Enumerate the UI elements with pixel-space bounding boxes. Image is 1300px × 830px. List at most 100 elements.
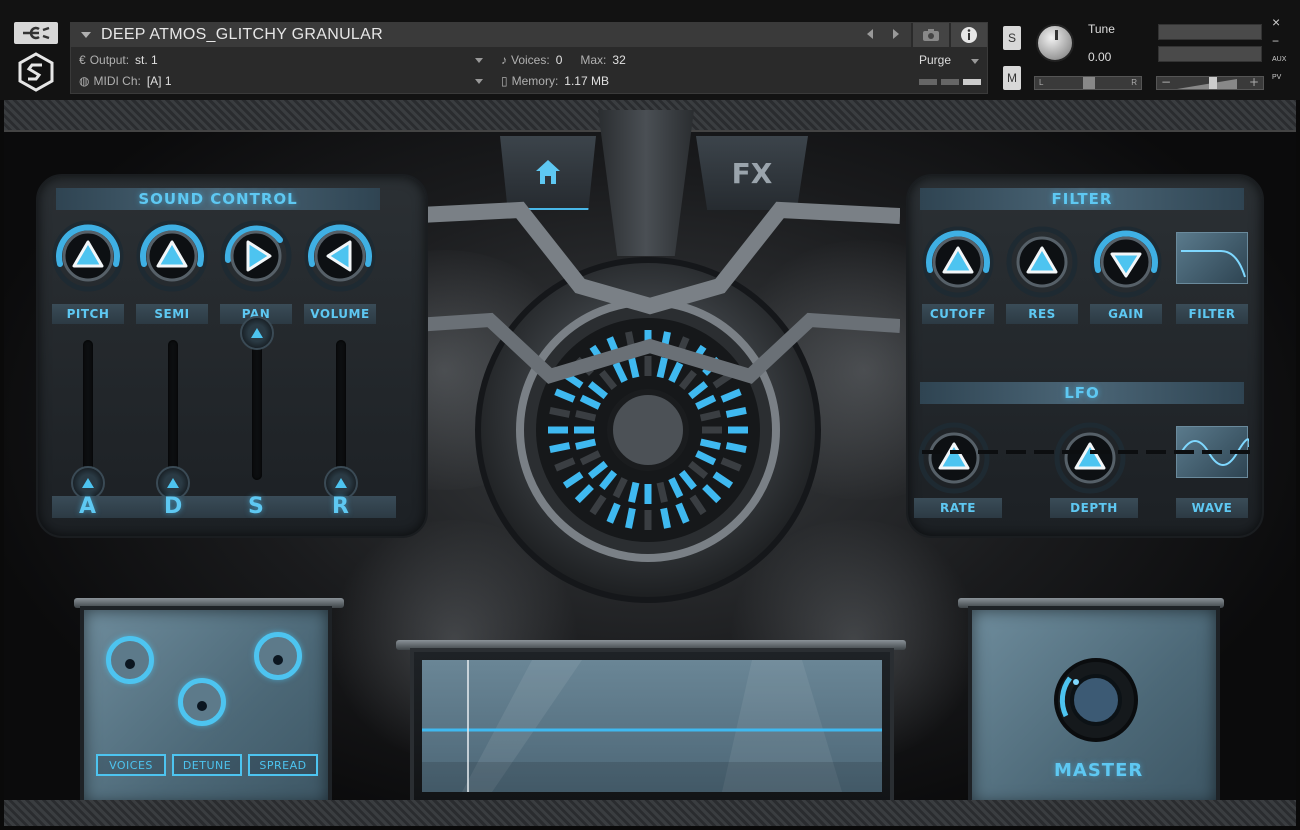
next-instrument-icon[interactable] [893,29,899,39]
res-knob[interactable] [1006,226,1078,298]
unison-panel: VOICES DETUNE SPREAD [80,606,332,808]
output-label: Output: [89,53,130,67]
solo-button[interactable]: S [1003,26,1021,50]
pv-button[interactable]: PV [1272,74,1281,81]
pan-slider-thumb[interactable] [1083,77,1095,89]
waveform-display-frame [410,648,894,808]
collapse-icon[interactable] [81,32,91,38]
pan-right-label: R [1131,78,1137,87]
sound-control-panel: SOUND CONTROL PITCH SEMI PAN VOLUME ADSR [36,174,428,538]
instrument-body: FX SOUND CONTROL PITCH SEMI PAN VOLUME ADSR… [4,100,1296,826]
camera-icon[interactable] [913,23,949,47]
voices-row: ♪ Voices: 0 Max: 32 [501,50,626,70]
gain-label: GAIN [1090,304,1162,324]
pan-left-label: L [1039,78,1044,87]
depth-knob[interactable] [1054,422,1126,494]
volume-label: VOLUME [304,304,376,324]
max-voices-value[interactable]: 32 [612,53,625,67]
midi-dropdown-icon[interactable] [475,79,483,84]
mute-button[interactable]: M [1003,66,1021,90]
close-button[interactable]: × [1272,14,1280,30]
purge-button[interactable]: Purge [919,53,951,67]
midi-icon: ◍ [79,74,90,88]
adsr-fader-track-s[interactable] [252,340,262,480]
instrument-pan-slider[interactable]: L R [1034,76,1142,90]
midi-label: MIDI Ch: [93,74,141,88]
kontakt-header: DEEP ATMOS_GLITCHY GRANULAR € Output: st… [0,0,1300,100]
semi-knob[interactable] [136,220,208,292]
spread-knob[interactable] [254,632,302,680]
detune-button[interactable]: DETUNE [172,754,242,776]
memory-value: 1.17 MB [564,74,609,88]
master-knob[interactable] [1052,656,1140,744]
mechanical-arms [400,201,900,384]
prev-instrument-icon[interactable] [867,29,873,39]
brand-logo-icon [16,52,56,92]
instrument-header-panel: DEEP ATMOS_GLITCHY GRANULAR € Output: st… [70,22,988,94]
sound-control-title: SOUND CONTROL [56,188,380,210]
instrument-volume-slider[interactable]: − + [1156,75,1264,90]
tune-knob[interactable] [1036,24,1074,62]
adsr-letter-d: D [164,494,183,519]
depth-label: DEPTH [1050,498,1138,518]
pitch-knob[interactable] [52,220,124,292]
filter-title: FILTER [920,188,1244,210]
level-meter-right [1158,46,1262,62]
output-row[interactable]: € Output: st. 1 [79,50,158,70]
adsr-letter-s: S [248,494,264,519]
pan-knob[interactable] [220,220,292,292]
master-panel: MASTER [968,606,1220,808]
level-meter-left [1158,24,1262,40]
detune-knob[interactable] [178,678,226,726]
master-label: MASTER [1054,760,1144,781]
tune-label: Tune [1088,22,1115,36]
rate-knob[interactable] [918,422,990,494]
tab-fx-label: FX [731,156,773,190]
voices-label: Voices: [511,53,550,67]
instrument-name: DEEP ATMOS_GLITCHY GRANULAR [101,26,383,43]
minimize-button[interactable]: − [1272,34,1279,48]
midi-channel-row[interactable]: ◍ MIDI Ch: [A] 1 [79,71,172,91]
lfo-title: LFO [920,382,1244,404]
home-icon [536,160,560,184]
volume-knob[interactable] [304,220,376,292]
spread-button[interactable]: SPREAD [248,754,318,776]
adsr-fader-track-a[interactable] [83,340,93,480]
adsr-fader-thumb-s[interactable] [240,316,274,350]
voices-icon: ♪ [501,53,507,67]
filter-type-label: FILTER [1176,304,1248,324]
max-label: Max: [580,53,607,67]
voices-knob[interactable] [106,636,154,684]
waveform-display[interactable] [422,660,882,792]
filter-curve-display[interactable] [1176,232,1248,284]
adsr-letter-a: A [79,494,97,519]
rate-label: RATE [914,498,1002,518]
wrench-icon[interactable] [14,22,58,44]
aux-button[interactable]: AUX [1272,56,1286,63]
cutoff-knob[interactable] [922,226,994,298]
volume-slider-thumb[interactable] [1209,77,1217,89]
purge-dropdown-icon[interactable] [971,59,979,64]
adsr-fader-track-r[interactable] [336,340,346,480]
output-dropdown-icon[interactable] [475,58,483,63]
instrument-name-row[interactable]: DEEP ATMOS_GLITCHY GRANULAR [71,23,911,47]
memory-icon: ▯ [501,74,508,88]
midi-value: [A] 1 [146,74,172,88]
tune-value: 0.00 [1088,50,1112,64]
info-icon[interactable] [951,23,987,47]
memory-label: Memory: [511,74,559,88]
filter-lfo-divider [922,450,1256,454]
volume-minus-label: − [1161,75,1172,89]
adsr-letter-r: R [332,494,349,519]
lfo-wave-label: WAVE [1176,498,1248,518]
output-icon: € [79,53,86,67]
memory-row: ▯ Memory: 1.17 MB [501,71,609,91]
bottom-metal-rail [4,800,1296,826]
voices-button[interactable]: VOICES [96,754,166,776]
cutoff-label: CUTOFF [922,304,994,324]
gain-knob[interactable] [1090,226,1162,298]
pitch-label: PITCH [52,304,124,324]
purge-indicator [919,79,981,85]
adsr-fader-track-d[interactable] [168,340,178,480]
voices-value: 0 [555,53,563,67]
